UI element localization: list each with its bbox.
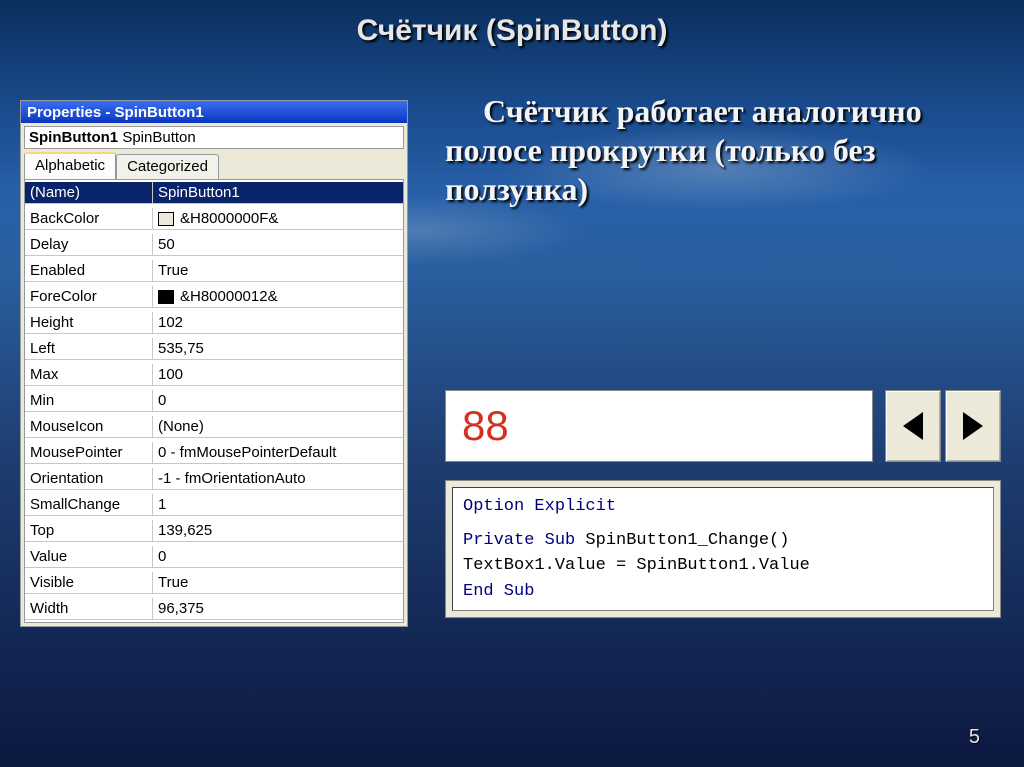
spin-up-button[interactable] xyxy=(945,390,1001,462)
property-name: Max xyxy=(25,364,153,386)
property-row[interactable]: Orientation-1 - fmOrientationAuto xyxy=(25,466,403,492)
code-text: Option Explicit Private Sub SpinButton1_… xyxy=(452,487,994,611)
property-name: Visible xyxy=(25,572,153,594)
property-row[interactable]: BackColor&H8000000F& xyxy=(25,206,403,232)
property-value[interactable]: SpinButton1 xyxy=(153,182,403,204)
spin-demo: 88 xyxy=(445,390,1003,462)
property-row[interactable]: (Name)SpinButton1 xyxy=(25,180,403,206)
object-name: SpinButton1 xyxy=(29,129,118,146)
property-name: Height xyxy=(25,312,153,334)
property-row[interactable]: Delay50 xyxy=(25,232,403,258)
property-name: Orientation xyxy=(25,468,153,490)
property-name: BackColor xyxy=(25,208,153,230)
property-value[interactable]: 96,375 xyxy=(153,598,403,620)
property-name: MousePointer xyxy=(25,442,153,464)
property-row[interactable]: Height102 xyxy=(25,310,403,336)
tab-row: Alphabetic Categorized xyxy=(24,152,404,179)
property-row[interactable]: MousePointer0 - fmMousePointerDefault xyxy=(25,440,403,466)
property-row[interactable]: Max100 xyxy=(25,362,403,388)
code-panel: Option Explicit Private Sub SpinButton1_… xyxy=(445,480,1001,618)
property-value[interactable]: 50 xyxy=(153,234,403,256)
property-value[interactable]: &H8000000F& xyxy=(153,208,403,230)
property-row[interactable]: ForeColor&H80000012& xyxy=(25,284,403,310)
property-row[interactable]: VisibleTrue xyxy=(25,570,403,596)
property-name: Width xyxy=(25,598,153,620)
property-name: Delay xyxy=(25,234,153,256)
property-name: Enabled xyxy=(25,260,153,282)
spin-button-group xyxy=(885,390,1001,462)
property-row[interactable]: Left535,75 xyxy=(25,336,403,362)
property-name: Top xyxy=(25,520,153,542)
properties-grid: (Name)SpinButton1BackColor&H8000000F&Del… xyxy=(24,179,404,623)
property-value[interactable]: 100 xyxy=(153,364,403,386)
color-swatch-icon xyxy=(158,290,174,304)
property-value[interactable]: 535,75 xyxy=(153,338,403,360)
slide-body-text: Счётчик работает аналогично полосе прокр… xyxy=(445,92,1005,209)
triangle-right-icon xyxy=(963,412,983,440)
property-row[interactable]: Min0 xyxy=(25,388,403,414)
properties-window: Properties - SpinButton1 SpinButton1 Spi… xyxy=(20,100,408,627)
property-name: Left xyxy=(25,338,153,360)
property-value[interactable]: True xyxy=(153,260,403,282)
object-selector[interactable]: SpinButton1 SpinButton xyxy=(24,126,404,149)
properties-titlebar: Properties - SpinButton1 xyxy=(21,101,407,123)
property-name: MouseIcon xyxy=(25,416,153,438)
property-value[interactable]: 1 xyxy=(153,494,403,516)
spin-down-button[interactable] xyxy=(885,390,941,462)
property-value[interactable]: True xyxy=(153,572,403,594)
page-number: 5 xyxy=(969,726,980,749)
property-value[interactable]: 0 xyxy=(153,546,403,568)
property-row[interactable]: SmallChange1 xyxy=(25,492,403,518)
property-name: Value xyxy=(25,546,153,568)
property-row[interactable]: Top139,625 xyxy=(25,518,403,544)
property-value[interactable]: 102 xyxy=(153,312,403,334)
tab-categorized[interactable]: Categorized xyxy=(116,154,219,179)
property-row[interactable]: MouseIcon(None) xyxy=(25,414,403,440)
property-row[interactable]: EnabledTrue xyxy=(25,258,403,284)
property-value[interactable]: &H80000012& xyxy=(153,286,403,308)
property-value[interactable]: (None) xyxy=(153,416,403,438)
property-row[interactable]: Value0 xyxy=(25,544,403,570)
property-name: SmallChange xyxy=(25,494,153,516)
property-name: Min xyxy=(25,390,153,412)
property-row[interactable]: Width96,375 xyxy=(25,596,403,622)
property-value[interactable]: 0 - fmMousePointerDefault xyxy=(153,442,403,464)
color-swatch-icon xyxy=(158,212,174,226)
property-name: ForeColor xyxy=(25,286,153,308)
property-value[interactable]: 0 xyxy=(153,390,403,412)
property-name: (Name) xyxy=(25,182,153,204)
triangle-left-icon xyxy=(903,412,923,440)
textbox-value[interactable]: 88 xyxy=(445,390,873,462)
property-value[interactable]: -1 - fmOrientationAuto xyxy=(153,468,403,490)
slide-title: Счётчик (SpinButton) xyxy=(0,14,1024,48)
property-value[interactable]: 139,625 xyxy=(153,520,403,542)
tab-alphabetic[interactable]: Alphabetic xyxy=(24,152,116,179)
